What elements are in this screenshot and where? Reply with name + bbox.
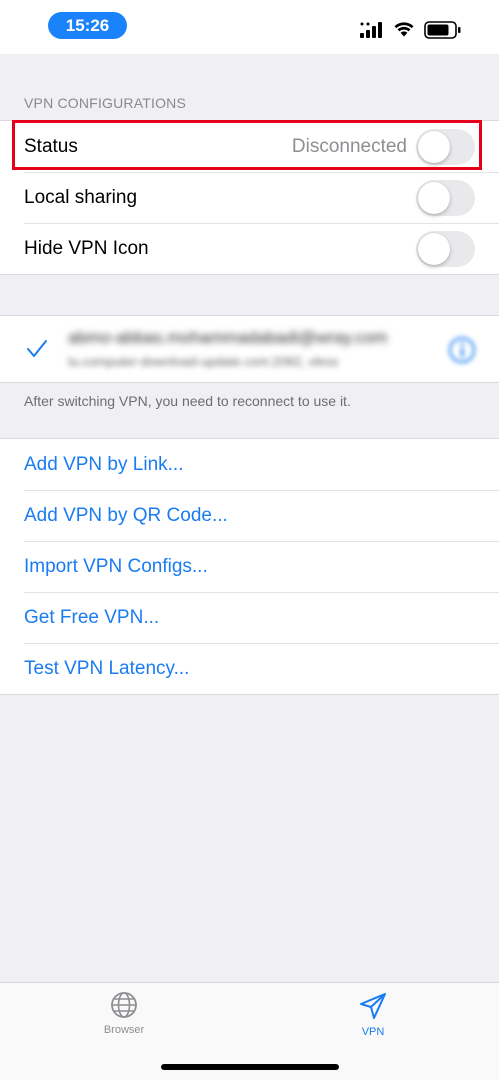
action-label: Add VPN by QR Code... xyxy=(24,504,228,526)
status-label: Status xyxy=(24,135,78,157)
tab-vpn[interactable]: VPN xyxy=(323,991,423,1038)
vpn-actions-group: Add VPN by Link... Add VPN by QR Code...… xyxy=(0,438,499,695)
add-vpn-by-link-button[interactable]: Add VPN by Link... xyxy=(0,439,499,490)
test-vpn-latency-button[interactable]: Test VPN Latency... xyxy=(0,643,499,694)
local-sharing-label: Local sharing xyxy=(24,186,138,208)
local-sharing-toggle[interactable] xyxy=(416,179,475,216)
cellular-signal-icon xyxy=(360,22,382,38)
import-vpn-configs-button[interactable]: Import VPN Configs... xyxy=(0,541,499,592)
get-free-vpn-button[interactable]: Get Free VPN... xyxy=(0,592,499,643)
status-row: Status Disconnected xyxy=(0,121,499,172)
hide-vpn-icon-toggle[interactable] xyxy=(416,230,475,267)
local-sharing-row: Local sharing xyxy=(0,172,499,223)
paper-plane-icon xyxy=(360,993,386,1019)
globe-icon xyxy=(111,992,137,1018)
vpn-config-subtitle: tu.computer-download-update.com:2082, vl… xyxy=(68,354,339,369)
action-label: Import VPN Configs... xyxy=(24,555,208,577)
hide-vpn-icon-label: Hide VPN Icon xyxy=(24,237,149,259)
vpn-settings-group: Status Disconnected Local sharing Hide V… xyxy=(0,120,499,275)
switch-vpn-note: After switching VPN, you need to reconne… xyxy=(24,393,351,409)
action-label: Test VPN Latency... xyxy=(24,657,190,679)
wifi-icon xyxy=(394,22,414,37)
action-label: Add VPN by Link... xyxy=(24,453,184,475)
tab-browser[interactable]: Browser xyxy=(74,991,174,1036)
home-indicator xyxy=(161,1064,339,1070)
action-label: Get Free VPN... xyxy=(24,606,160,628)
tab-vpn-label: VPN xyxy=(361,1026,385,1038)
vpn-configurations-header: VPN CONFIGURATIONS xyxy=(24,95,187,111)
status-time: 15:26 xyxy=(48,12,127,39)
status-bar: 15:26 xyxy=(0,0,499,54)
vpn-config-title: abmo-abbas.mohammadabadi@wray.com xyxy=(68,328,388,347)
status-value: Disconnected xyxy=(291,135,407,157)
toggle-knob xyxy=(418,181,450,214)
tab-browser-label: Browser xyxy=(103,1024,145,1036)
toggle-knob xyxy=(418,130,450,163)
add-vpn-by-qr-button[interactable]: Add VPN by QR Code... xyxy=(0,490,499,541)
toggle-knob xyxy=(418,232,450,265)
info-icon[interactable] xyxy=(448,336,476,364)
battery-icon xyxy=(424,21,461,39)
vpn-config-group: abmo-abbas.mohammadabadi@wray.com tu.com… xyxy=(0,315,499,383)
hide-vpn-icon-row: Hide VPN Icon xyxy=(0,223,499,274)
checkmark-icon xyxy=(27,340,47,357)
status-toggle[interactable] xyxy=(416,128,475,165)
vpn-config-item[interactable]: abmo-abbas.mohammadabadi@wray.com tu.com… xyxy=(0,316,499,382)
